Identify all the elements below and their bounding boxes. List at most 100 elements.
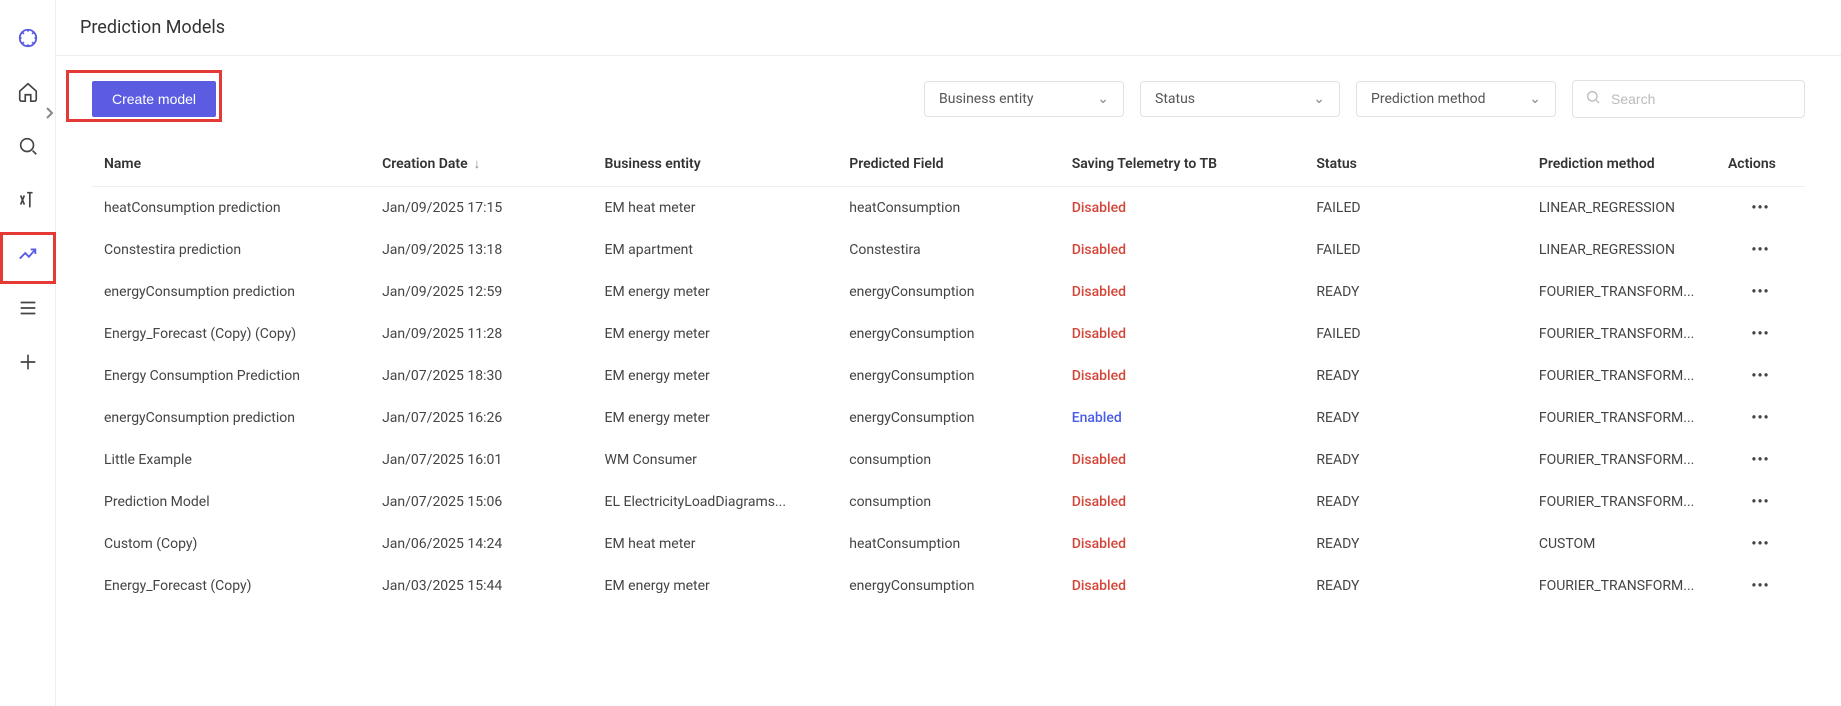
cell-saving: Disabled [1060,187,1305,230]
cell-method: FOURIER_TRANSFORM... [1527,397,1716,439]
row-actions-button[interactable]: ••• [1716,271,1805,313]
cell-date: Jan/07/2025 15:06 [370,481,592,523]
filter-status[interactable]: Status ⌄ [1140,81,1340,117]
cell-method: LINEAR_REGRESSION [1527,187,1716,230]
cell-field: Constestira [837,229,1059,271]
col-header-field[interactable]: Predicted Field [837,142,1059,187]
cell-date: Jan/09/2025 13:18 [370,229,592,271]
logo-icon[interactable] [10,20,46,56]
cell-date: Jan/07/2025 18:30 [370,355,592,397]
cell-date: Jan/09/2025 17:15 [370,187,592,230]
cell-name: Prediction Model [92,481,370,523]
cell-saving: Disabled [1060,565,1305,607]
table-row[interactable]: energyConsumption predictionJan/09/2025 … [92,271,1805,313]
cell-method: FOURIER_TRANSFORM... [1527,439,1716,481]
row-actions-button[interactable]: ••• [1716,313,1805,355]
search-nav-icon[interactable] [10,128,46,164]
cell-entity: EL ElectricityLoadDiagrams... [593,481,838,523]
row-actions-button[interactable]: ••• [1716,229,1805,271]
cell-field: energyConsumption [837,397,1059,439]
formula-icon[interactable] [10,182,46,218]
cell-date: Jan/09/2025 11:28 [370,313,592,355]
cell-method: CUSTOM [1527,523,1716,565]
cell-status: READY [1304,523,1526,565]
cell-entity: EM heat meter [593,187,838,230]
cell-saving: Disabled [1060,355,1305,397]
col-header-status[interactable]: Status [1304,142,1526,187]
sidebar [0,0,56,706]
models-table: Name Creation Date↓ Business entity Pred… [92,142,1805,607]
home-icon[interactable] [10,74,46,110]
table-row[interactable]: Constestira predictionJan/09/2025 13:18E… [92,229,1805,271]
chevron-down-icon: ⌄ [1529,91,1541,107]
cell-field: energyConsumption [837,355,1059,397]
row-actions-button[interactable]: ••• [1716,565,1805,607]
cell-entity: EM apartment [593,229,838,271]
cell-method: FOURIER_TRANSFORM... [1527,565,1716,607]
cell-name: Energy Consumption Prediction [92,355,370,397]
row-actions-button[interactable]: ••• [1716,439,1805,481]
search-box[interactable] [1572,80,1805,118]
cell-field: heatConsumption [837,187,1059,230]
col-header-date[interactable]: Creation Date↓ [370,142,592,187]
create-model-button[interactable]: Create model [92,81,216,117]
filter-business-entity[interactable]: Business entity ⌄ [924,81,1124,117]
cell-entity: EM energy meter [593,565,838,607]
sidebar-expand-icon[interactable] [44,106,54,124]
page-header: Prediction Models [56,0,1841,56]
cell-name: energyConsumption prediction [92,397,370,439]
row-actions-button[interactable]: ••• [1716,187,1805,230]
filter-business-entity-label: Business entity [939,91,1034,107]
cell-entity: EM energy meter [593,397,838,439]
cell-date: Jan/06/2025 14:24 [370,523,592,565]
cell-saving: Enabled [1060,397,1305,439]
cell-entity: EM heat meter [593,523,838,565]
col-header-actions: Actions [1716,142,1805,187]
cell-field: energyConsumption [837,313,1059,355]
row-actions-button[interactable]: ••• [1716,355,1805,397]
cell-saving: Disabled [1060,481,1305,523]
col-header-entity[interactable]: Business entity [593,142,838,187]
table-row[interactable]: Little ExampleJan/07/2025 16:01WM Consum… [92,439,1805,481]
table-row[interactable]: Custom (Copy)Jan/06/2025 14:24EM heat me… [92,523,1805,565]
cell-method: FOURIER_TRANSFORM... [1527,313,1716,355]
col-header-saving[interactable]: Saving Telemetry to TB [1060,142,1305,187]
row-actions-button[interactable]: ••• [1716,523,1805,565]
col-header-name[interactable]: Name [92,142,370,187]
menu-icon[interactable] [10,290,46,326]
cell-status: READY [1304,355,1526,397]
table-row[interactable]: Energy_Forecast (Copy)Jan/03/2025 15:44E… [92,565,1805,607]
cell-saving: Disabled [1060,439,1305,481]
cell-entity: EM energy meter [593,313,838,355]
cell-name: Energy_Forecast (Copy) (Copy) [92,313,370,355]
chevron-down-icon: ⌄ [1097,91,1109,107]
page-title: Prediction Models [80,17,225,38]
chevron-down-icon: ⌄ [1313,91,1325,107]
col-header-method[interactable]: Prediction method [1527,142,1716,187]
cell-status: FAILED [1304,187,1526,230]
cell-method: FOURIER_TRANSFORM... [1527,271,1716,313]
cell-method: LINEAR_REGRESSION [1527,229,1716,271]
cell-method: FOURIER_TRANSFORM... [1527,481,1716,523]
table-row[interactable]: energyConsumption predictionJan/07/2025 … [92,397,1805,439]
trend-icon[interactable] [10,236,46,272]
add-icon[interactable] [10,344,46,380]
cell-name: Energy_Forecast (Copy) [92,565,370,607]
cell-name: Custom (Copy) [92,523,370,565]
cell-status: READY [1304,397,1526,439]
cell-entity: EM energy meter [593,355,838,397]
search-input[interactable] [1611,91,1792,107]
cell-name: Little Example [92,439,370,481]
table-row[interactable]: Energy Consumption PredictionJan/07/2025… [92,355,1805,397]
cell-status: READY [1304,271,1526,313]
table-row[interactable]: Prediction ModelJan/07/2025 15:06EL Elec… [92,481,1805,523]
cell-status: FAILED [1304,313,1526,355]
table-row[interactable]: heatConsumption predictionJan/09/2025 17… [92,187,1805,230]
cell-saving: Disabled [1060,271,1305,313]
row-actions-button[interactable]: ••• [1716,481,1805,523]
table-row[interactable]: Energy_Forecast (Copy) (Copy)Jan/09/2025… [92,313,1805,355]
filter-prediction-method[interactable]: Prediction method ⌄ [1356,81,1556,117]
cell-saving: Disabled [1060,313,1305,355]
cell-entity: EM energy meter [593,271,838,313]
row-actions-button[interactable]: ••• [1716,397,1805,439]
